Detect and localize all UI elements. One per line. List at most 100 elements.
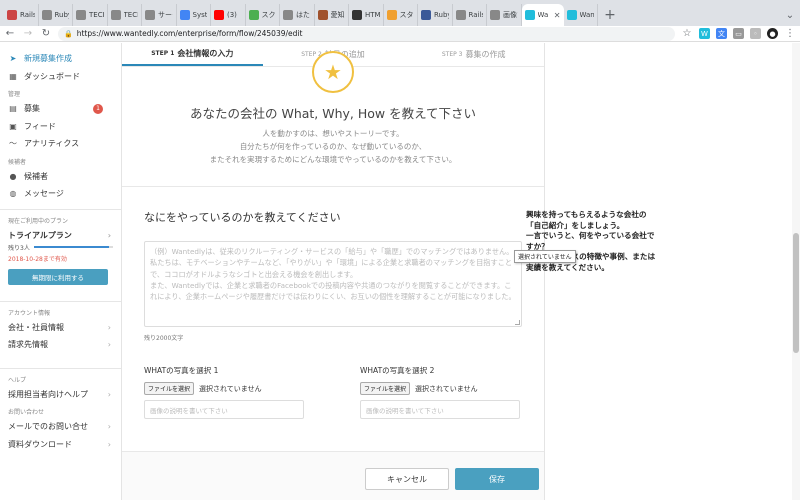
what-description-textarea[interactable]: （例）Wantedlyは、従来のリクルーティング・サービスの「給与」や「職歴」で… — [144, 241, 522, 327]
tab-title: Rails — [20, 11, 35, 19]
browser-tab[interactable]: Ruby o — [39, 4, 73, 26]
tab-title: Ruby o — [434, 11, 449, 19]
sidebar-item-label: 候補者 — [24, 171, 48, 181]
tooltip: 選択されていません — [514, 250, 576, 263]
favicon-icon — [41, 10, 52, 20]
photo-caption-input[interactable]: 画像の説明を書いて下さい — [360, 400, 520, 419]
sidebar-item-candidates[interactable]: ● 候補者 — [8, 168, 113, 186]
favicon-icon — [317, 10, 328, 20]
resize-handle-icon[interactable] — [515, 320, 520, 325]
tab-title: スタイ — [399, 11, 415, 19]
sidebar-item-new-job[interactable]: ➤ 新規募集作成 — [8, 50, 113, 68]
sidebar-divider — [0, 300, 121, 302]
sidebar-item-analytics[interactable]: 〜 アナリティクス — [8, 135, 113, 153]
browser-tab[interactable]: Ruby o — [418, 4, 453, 26]
browser-tab[interactable]: サーク — [142, 4, 177, 26]
help-heading: ヘルプ — [8, 376, 27, 384]
chevron-right-icon: › — [107, 439, 111, 449]
sidebar-item-recruiter-help[interactable]: 採用担当者向けヘルプ › — [8, 386, 113, 404]
favicon-icon — [490, 10, 500, 20]
browser-tab[interactable]: 愛知県 — [315, 4, 349, 26]
intro-line: 人を動かすのは、想いやストーリーです。 — [262, 129, 404, 138]
lock-icon: 🔒 — [64, 29, 73, 38]
sidebar-item-dashboard[interactable]: ▦ ダッシュボード — [8, 68, 113, 86]
tab-title: TECH — [89, 11, 104, 19]
file-row: ファイルを選択 選択されていません — [144, 382, 304, 395]
unlimited-use-button[interactable]: 無期限に利用する — [8, 268, 108, 285]
close-icon[interactable]: ✕ — [554, 11, 561, 20]
browser-menu-icon[interactable]: ⋮ — [784, 27, 796, 41]
sidebar-item-label: 請求先情報 — [8, 340, 48, 350]
browser-tab[interactable]: はたら — [280, 4, 315, 26]
photo-label: WHATの写真を選択 1 — [144, 366, 219, 375]
sidebar-item-company-info[interactable]: 会社・社員情報 › — [8, 319, 113, 337]
favicon-icon — [110, 10, 121, 20]
extension-generic-icon[interactable]: ◦ — [750, 28, 761, 39]
step-3[interactable]: STEP 3 募集の作成 — [403, 43, 544, 66]
address-bar[interactable]: 🔒 https://www.wantedly.com/enterprise/fo… — [58, 26, 675, 41]
favicon-icon — [248, 10, 259, 20]
sidebar-item-jobs[interactable]: ▤ 募集 1 — [8, 100, 113, 118]
browser-tab[interactable]: HTML — [349, 4, 384, 26]
browser-tab[interactable]: TECH — [108, 4, 142, 26]
plan-remaining-label: 残り3人 — [8, 244, 30, 252]
browser-tab[interactable]: Wa ✕ — [521, 4, 564, 26]
plan-progress-bar — [33, 246, 113, 248]
profile-avatar-icon[interactable]: ● — [767, 28, 778, 39]
cancel-button[interactable]: キャンセル — [365, 468, 449, 490]
save-button[interactable]: 保存 — [455, 468, 539, 490]
step-number: STEP 1 — [151, 50, 175, 57]
chat-bubble-icon: ◍ — [9, 189, 17, 199]
form-footer: キャンセル 保存 — [122, 451, 544, 500]
browser-tab[interactable]: Rails — [453, 4, 487, 26]
step-1[interactable]: STEP 1 会社情報の入力 — [122, 43, 263, 66]
new-tab-button[interactable]: + — [598, 4, 622, 26]
choose-file-button[interactable]: ファイルを選択 — [144, 382, 195, 395]
browser-toolbar: ← → ↻ 🔒 https://www.wantedly.com/enterpr… — [0, 26, 800, 42]
paper-plane-icon: ➤ — [9, 54, 17, 64]
intro-line: 自分たちが何を作っているのか、なぜ動いているのか、 — [239, 142, 427, 151]
no-file-text: 選択されていません — [415, 384, 478, 393]
plan-name[interactable]: トライアルプラン › — [8, 229, 113, 243]
favicon-icon — [566, 10, 577, 20]
notification-badge: 1 — [93, 103, 103, 114]
browser-tab[interactable]: TECH — [73, 4, 108, 26]
photo-caption-input[interactable]: 画像の説明を書いて下さい — [144, 400, 304, 419]
tab-search-icon[interactable]: ⌄ — [780, 4, 800, 26]
sidebar-divider — [0, 208, 121, 210]
document-icon: ▤ — [9, 104, 17, 114]
plan-remaining: 残り3人 — [8, 243, 113, 252]
plan-name-label: トライアルプラン — [8, 230, 72, 240]
sidebar-item-messages[interactable]: ◍ メッセージ — [8, 185, 113, 203]
extension-chat-icon[interactable]: ▭ — [733, 28, 744, 39]
forward-icon[interactable]: → — [22, 27, 34, 41]
browser-tab[interactable]: Rails — [4, 4, 39, 26]
favicon-icon — [421, 10, 431, 20]
tab-title: 愛知県 — [330, 11, 346, 19]
browser-tab[interactable]: 画像ア — [487, 4, 522, 26]
browser-tab[interactable]: Want — [564, 4, 598, 26]
reload-icon[interactable]: ↻ — [40, 27, 52, 41]
page-scrollbar[interactable] — [792, 43, 800, 500]
browser-tab[interactable]: スタイ — [384, 4, 418, 26]
browser-tab[interactable]: Systen — [177, 4, 211, 26]
choose-file-button[interactable]: ファイルを選択 — [360, 382, 411, 395]
back-icon[interactable]: ← — [4, 27, 16, 41]
extension-translate-icon[interactable]: 文 — [716, 28, 727, 39]
bookmark-star-icon[interactable]: ☆ — [681, 27, 693, 41]
sidebar-item-label: フィード — [24, 121, 56, 131]
tab-title: はたら — [296, 11, 311, 19]
favicon-icon — [179, 10, 190, 20]
tab-title: (3) — [227, 11, 237, 19]
extension-wantedly-icon[interactable]: W — [699, 28, 710, 39]
sidebar-item-billing[interactable]: 請求先情報 › — [8, 336, 113, 354]
browser-tab[interactable]: (3) — [211, 4, 246, 26]
sidebar-item-feed[interactable]: ▣ フィード — [8, 118, 113, 136]
sidebar: ➤ 新規募集作成 ▦ ダッシュボード 管理 ▤ 募集 1 ▣ フィード 〜 アナ… — [0, 43, 122, 500]
scrollbar-thumb[interactable] — [793, 233, 799, 353]
browser-tab[interactable]: スクロ — [246, 4, 280, 26]
photo-upload-1: WHATの写真を選択 1 ファイルを選択 選択されていません 画像の説明を書いて… — [144, 365, 304, 419]
sidebar-item-mail-contact[interactable]: メールでのお問い合せ › — [8, 418, 113, 436]
star-icon: ★ — [324, 60, 342, 84]
sidebar-item-download[interactable]: 資料ダウンロード › — [8, 436, 113, 454]
